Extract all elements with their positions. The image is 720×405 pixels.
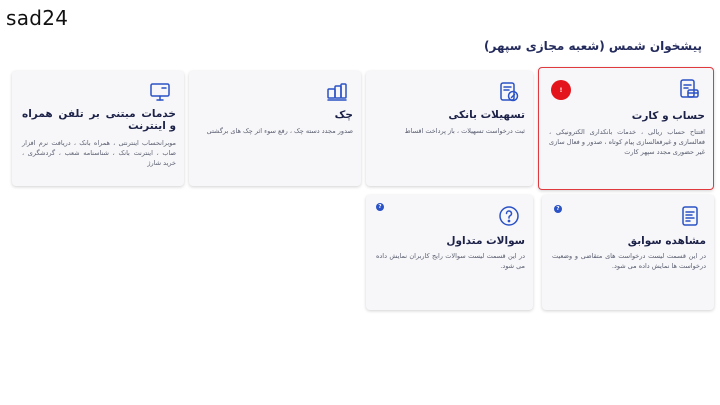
card-title: خدمات مبتنی بر تلفن همراه و اینترنت [22, 108, 176, 132]
question-circle-icon [497, 204, 521, 228]
computer-icon [148, 80, 172, 104]
info-icon: ? [376, 203, 384, 211]
card-faq[interactable]: ? سوالات متداول در این قسمت لیست سوالات … [366, 195, 533, 310]
card-description: ثبت درخواست تسهیلات ، باز پرداخت اقساط [404, 127, 525, 135]
page-title: پیشخوان شمس (شعبه مجازی سپهر) [484, 39, 702, 53]
card-account-and-card[interactable]: ! حساب و کارت افتتاح حساب ریالی ، خدمات … [538, 67, 714, 190]
history-document-icon [678, 204, 702, 228]
card-title: مشاهده سوابق [627, 235, 706, 247]
card-description: در این قسمت لیست سوالات رایج کاربران نما… [376, 252, 525, 270]
loan-document-icon [497, 80, 521, 104]
info-icon: ? [554, 205, 562, 213]
card-bank-loans[interactable]: تسهیلات بانکی ثبت درخواست تسهیلات ، باز … [366, 71, 533, 186]
alert-badge: ! [551, 80, 571, 100]
corner-label: sad24 [6, 6, 69, 30]
card-title: سوالات متداول [446, 235, 525, 247]
card-cheque[interactable]: چک صدور مجدد دسته چک ، رفع سوء اثر چک ها… [189, 71, 361, 186]
card-view-history[interactable]: مشاهده سوابق در این قسمت لیست درخواست ها… [542, 195, 714, 310]
card-title: حساب و کارت [631, 110, 705, 122]
card-description: در این قسمت لیست درخواست های متقاضی و وض… [552, 252, 706, 270]
card-description: افتتاح حساب ریالی ، خدمات بانکداری الکتر… [549, 128, 705, 156]
card-title: چک [334, 109, 353, 121]
card-description: صدور مجدد دسته چک ، رفع سوء اثر چک های ب… [206, 127, 353, 135]
card-document-icon [677, 77, 701, 101]
card-description: موبرانحساب اینترنتی ، همراه بانک ، دریاف… [22, 139, 176, 167]
card-mobile-internet-services[interactable]: خدمات مبتنی بر تلفن همراه و اینترنت موبر… [12, 71, 184, 186]
cheque-icon [325, 80, 349, 104]
card-title: تسهیلات بانکی [448, 109, 525, 121]
